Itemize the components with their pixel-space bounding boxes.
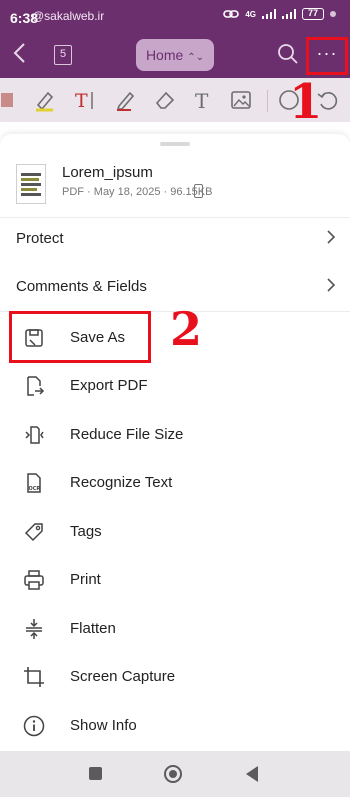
image-icon[interactable] xyxy=(228,88,254,112)
menu-item-label: Export PDF xyxy=(70,377,148,394)
signal-icon-2 xyxy=(282,9,296,19)
highlighter-icon[interactable] xyxy=(32,88,58,112)
menu-item-label: Recognize Text xyxy=(70,474,173,491)
home-icon[interactable] xyxy=(164,765,182,783)
menu-item-print[interactable]: Print xyxy=(0,556,350,604)
recent-apps-icon[interactable] xyxy=(89,767,102,780)
system-nav-bar xyxy=(0,751,350,797)
menu-item-tags[interactable]: Tags xyxy=(0,508,350,556)
toolbar-divider xyxy=(267,90,268,112)
flatten-icon xyxy=(22,617,46,641)
back-icon[interactable] xyxy=(246,766,258,782)
chevron-updown-icon: ⌃⌄ xyxy=(187,52,205,63)
drag-handle[interactable] xyxy=(160,142,190,146)
menu-item-label: Show Info xyxy=(70,717,137,734)
network-type: 4G xyxy=(245,9,256,19)
step-2-annotation: 2 xyxy=(170,302,203,356)
more-options-sheet: Lorem_ipsum PDF · May 18, 2025 · 96.15KB… xyxy=(0,134,350,751)
menu-item-label: Tags xyxy=(70,523,102,540)
menu-item-recognize-text[interactable]: OCR Recognize Text xyxy=(0,459,350,507)
menu-item-reduce-file-size[interactable]: Reduce File Size xyxy=(0,411,350,459)
file-info: Lorem_ipsum PDF · May 18, 2025 · 96.15KB xyxy=(14,162,336,208)
color-swatch-icon[interactable] xyxy=(0,88,20,112)
svg-text:OCR: OCR xyxy=(29,486,41,492)
pen-icon[interactable] xyxy=(112,88,138,112)
battery-icon: 77 xyxy=(302,8,324,20)
text-tool-icon[interactable]: T xyxy=(190,88,216,112)
menu-item-label: Flatten xyxy=(70,620,116,637)
menu-item-flatten[interactable]: Flatten xyxy=(0,605,350,653)
crop-icon xyxy=(22,665,46,689)
chevron-right-icon xyxy=(326,276,336,299)
section-label: Protect xyxy=(16,230,64,247)
printer-icon xyxy=(22,568,46,592)
chevron-right-icon xyxy=(326,228,336,251)
status-bar: 6:38 @sakalweb.ir 4G 77 xyxy=(0,0,350,34)
svg-text:T: T xyxy=(195,89,209,112)
eraser-icon[interactable] xyxy=(152,88,178,112)
watermark-text: @sakalweb.ir xyxy=(32,9,105,23)
compress-icon xyxy=(22,423,46,447)
search-icon[interactable] xyxy=(276,42,300,66)
info-icon xyxy=(22,714,46,738)
back-arrow-icon[interactable] xyxy=(12,42,34,68)
export-icon xyxy=(22,374,46,398)
section-protect[interactable]: Protect xyxy=(0,216,350,264)
menu-item-export-pdf[interactable]: Export PDF xyxy=(0,362,350,410)
top-bar: 6:38 @sakalweb.ir 4G 77 5 Home ⌃⌄ ··· xyxy=(0,0,350,78)
more-options-button[interactable]: ··· xyxy=(306,37,348,75)
menu-item-label: Screen Capture xyxy=(70,668,176,685)
status-icons: 4G 77 xyxy=(223,8,336,20)
menu-item-label: Reduce File Size xyxy=(70,426,184,443)
signal-icon xyxy=(262,9,276,19)
notification-dot-icon xyxy=(330,11,336,17)
ocr-icon: OCR xyxy=(22,471,46,495)
file-name: Lorem_ipsum xyxy=(62,164,153,181)
page-count-button[interactable]: 5 xyxy=(54,45,72,65)
link-icon xyxy=(223,10,240,18)
file-thumbnail xyxy=(16,164,46,204)
tag-icon xyxy=(22,520,46,544)
device-storage-icon xyxy=(194,184,203,198)
view-mode-dropdown[interactable]: Home ⌃⌄ xyxy=(136,39,214,71)
step-1-annotation: 1 xyxy=(289,74,323,130)
menu-item-label: Print xyxy=(70,571,101,588)
view-mode-label: Home xyxy=(145,47,184,63)
file-meta: PDF · May 18, 2025 · 96.15KB xyxy=(62,186,213,198)
save-as-highlight-box xyxy=(9,311,151,363)
svg-text:T: T xyxy=(75,90,88,112)
menu-item-screen-capture[interactable]: Screen Capture xyxy=(0,653,350,701)
section-label: Comments & Fields xyxy=(16,278,147,295)
menu-item-show-info[interactable]: Show Info xyxy=(0,702,350,750)
text-color-icon[interactable]: T xyxy=(72,88,98,112)
